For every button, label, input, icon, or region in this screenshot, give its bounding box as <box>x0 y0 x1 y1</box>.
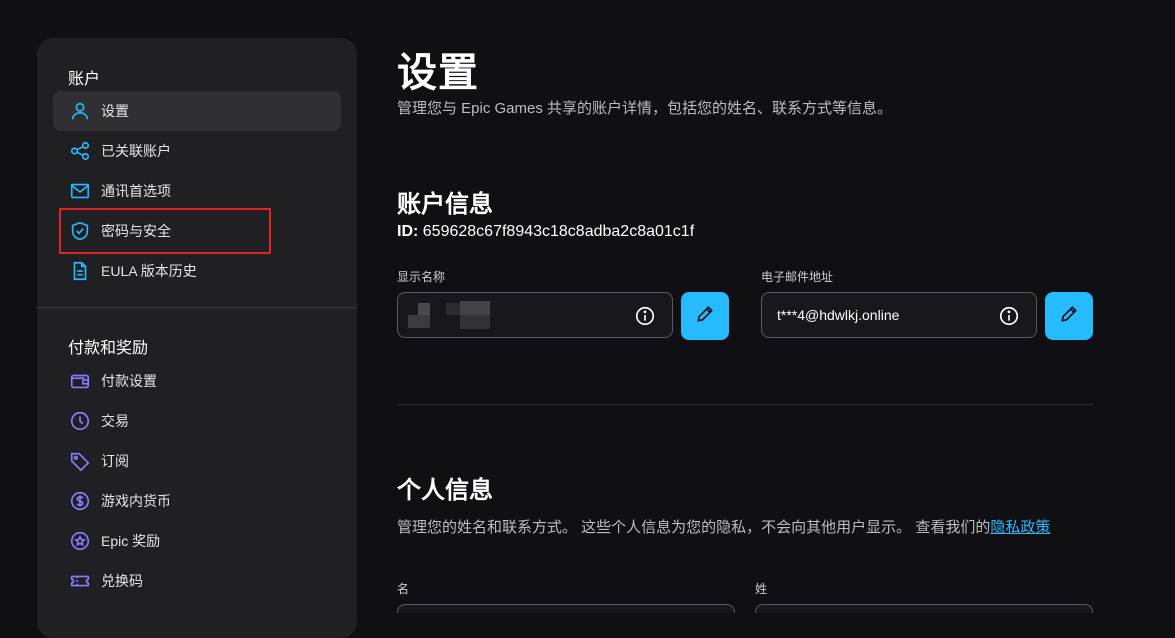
sidebar-item-label: 游戏内货币 <box>101 493 171 509</box>
pencil-icon <box>695 304 715 329</box>
user-icon <box>68 99 92 123</box>
wallet-icon <box>68 369 92 393</box>
account-id-value: 659628c67f8943c18c8adba2c8a01c1f <box>422 223 695 240</box>
sidebar-item-label: 兑换码 <box>101 573 143 589</box>
highlight-annotation-box <box>59 208 271 254</box>
email-value: t***4@hdwlkj.online <box>777 307 900 323</box>
section-divider <box>397 404 1093 405</box>
sidebar-item-currency[interactable]: 游戏内货币 <box>53 481 341 521</box>
sidebar-item-label: 通讯首选项 <box>101 183 171 199</box>
info-icon[interactable] <box>634 305 656 327</box>
pencil-icon <box>1059 304 1079 329</box>
sidebar-item-label: EULA 版本历史 <box>101 263 197 279</box>
sidebar-item-label: 交易 <box>101 413 129 429</box>
sidebar-item-communication[interactable]: 通讯首选项 <box>53 171 341 211</box>
personal-info-desc-text: 管理您的姓名和联系方式。 这些个人信息为您的隐私，不会向其他用户显示。 查看我们… <box>397 519 991 536</box>
personal-info-heading: 个人信息 <box>397 477 493 504</box>
sidebar-item-eula[interactable]: EULA 版本历史 <box>53 251 341 291</box>
sidebar-item-epic-rewards[interactable]: Epic 奖励 <box>53 521 341 561</box>
sidebar-item-label: 设置 <box>101 103 129 119</box>
edit-email-button[interactable] <box>1045 292 1093 340</box>
sidebar-item-redeem-code[interactable]: 兑换码 <box>53 561 341 601</box>
sidebar-item-label: 已关联账户 <box>101 143 171 159</box>
star-icon <box>68 529 92 553</box>
sidebar-item-label: 付款设置 <box>101 373 157 389</box>
share-icon <box>68 139 92 163</box>
clock-icon <box>68 409 92 433</box>
sidebar-item-payment-settings[interactable]: 付款设置 <box>53 361 341 401</box>
sidebar-item-transactions[interactable]: 交易 <box>53 401 341 441</box>
sidebar-item-label: 订阅 <box>101 453 129 469</box>
personal-info-description: 管理您的姓名和联系方式。 这些个人信息为您的隐私，不会向其他用户显示。 查看我们… <box>397 516 1097 539</box>
email-field[interactable]: t***4@hdwlkj.online <box>761 292 1037 338</box>
email-label: 电子邮件地址 <box>761 270 834 284</box>
account-id: ID: 659628c67f8943c18c8adba2c8a01c1f <box>397 223 694 241</box>
privacy-policy-link[interactable]: 隐私政策 <box>990 519 1050 536</box>
last-name-field[interactable] <box>755 604 1093 613</box>
first-name-field[interactable] <box>397 604 735 613</box>
page-title: 设置 <box>397 51 479 95</box>
section-title-account: 账户 <box>68 71 101 88</box>
account-id-label: ID: <box>397 223 419 240</box>
account-info-heading: 账户信息 <box>397 191 493 218</box>
mail-icon <box>68 179 92 203</box>
ticket-icon <box>68 569 92 593</box>
edit-display-name-button[interactable] <box>681 292 729 340</box>
sidebar-divider <box>37 307 357 308</box>
display-name-label: 显示名称 <box>397 270 446 284</box>
dollar-icon <box>68 489 92 513</box>
document-icon <box>68 259 92 283</box>
sidebar-item-settings[interactable]: 设置 <box>53 91 341 131</box>
last-name-label: 姓 <box>755 582 768 596</box>
sidebar-item-linked-accounts[interactable]: 已关联账户 <box>53 131 341 171</box>
first-name-label: 名 <box>397 582 410 596</box>
section-title-payment: 付款和奖励 <box>68 340 149 357</box>
tag-icon <box>68 449 92 473</box>
sidebar: 账户 设置 已关联账户 通讯首选项 密码与安全 EULA 版本历史 付款和奖励 <box>37 38 357 638</box>
sidebar-item-subscriptions[interactable]: 订阅 <box>53 441 341 481</box>
sidebar-item-label: Epic 奖励 <box>101 533 161 549</box>
display-name-field[interactable] <box>397 292 673 338</box>
page-subtitle: 管理您与 Epic Games 共享的账户详情，包括您的姓名、联系方式等信息。 <box>397 100 893 117</box>
info-icon[interactable] <box>998 305 1020 327</box>
